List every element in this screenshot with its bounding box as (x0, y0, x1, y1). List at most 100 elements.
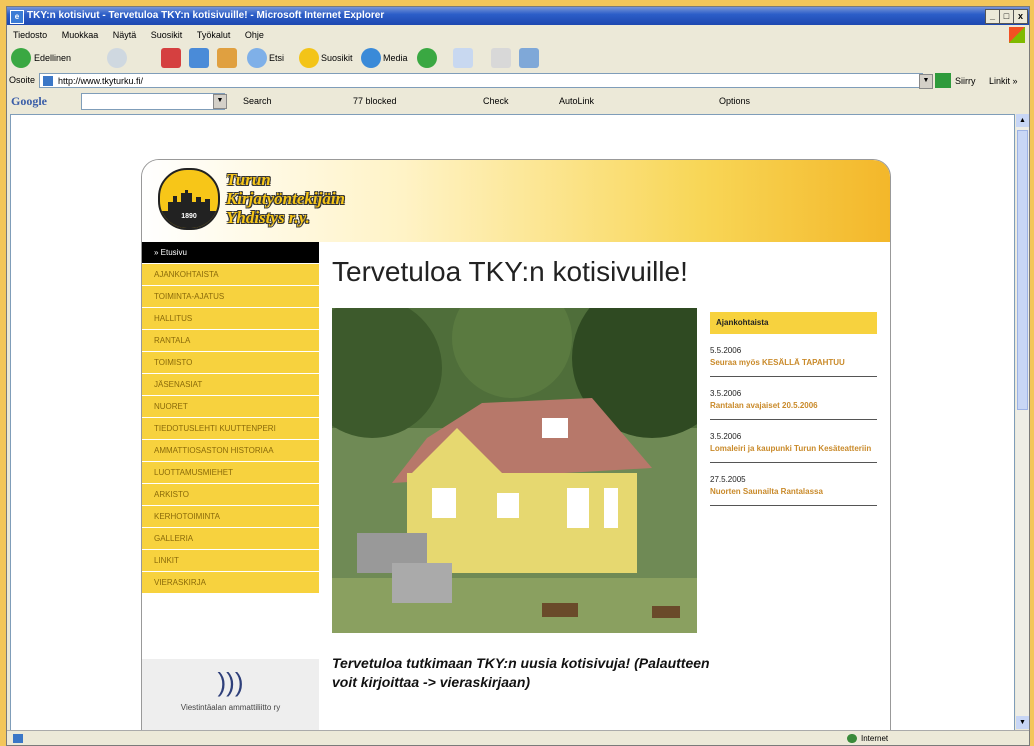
search-icon[interactable] (247, 48, 267, 68)
sound-waves-icon: ))) (217, 667, 244, 697)
menu-bar: Tiedosto Muokkaa Näytä Suosikit Työkalut… (7, 26, 1029, 44)
menu-file[interactable]: Tiedosto (13, 30, 47, 40)
vertical-scrollbar[interactable]: ▲ ▼ (1016, 114, 1029, 729)
nav-item-galleria[interactable]: GALLERIA (142, 528, 319, 550)
go-arrow-icon[interactable] (935, 73, 951, 88)
go-button[interactable]: Siirry (955, 76, 976, 86)
site-container: 1890 Turun Kirjatyöntekijäin Yhdistys r.… (141, 159, 891, 730)
options-button[interactable]: Options (719, 96, 750, 106)
partner-label: Viestintäalan ammattiliitto ry (180, 703, 281, 712)
edit-icon[interactable] (519, 48, 539, 68)
windows-logo-icon (1009, 27, 1025, 43)
address-label: Osoite (9, 75, 36, 85)
links-button[interactable]: Linkit » (989, 76, 1018, 86)
spell-check-button[interactable]: Check (483, 96, 509, 106)
news-item: 27.5.2005 Nuorten Saunailta Rantalassa (710, 463, 877, 506)
nav-item-rantala[interactable]: RANTALA (142, 330, 319, 352)
back-button[interactable]: Edellinen (34, 53, 71, 63)
house-image (332, 308, 697, 633)
page-viewport: 1890 Turun Kirjatyöntekijäin Yhdistys r.… (10, 114, 1015, 731)
nav-item-luottamusmiehet[interactable]: LUOTTAMUSMIEHET (142, 462, 319, 484)
news-date: 3.5.2006 (710, 432, 742, 441)
close-button[interactable]: x (1013, 9, 1028, 24)
nav-item-hallitus[interactable]: HALLITUS (142, 308, 319, 330)
google-search-input[interactable] (81, 93, 225, 110)
google-logo[interactable]: Google (11, 94, 47, 109)
title-bar[interactable]: e TKY:n kotisivut - Tervetuloa TKY:n kot… (7, 7, 1029, 25)
menu-tools[interactable]: Työkalut (197, 30, 231, 40)
address-bar: Osoite http://www.tkyturku.fi/ ▼ Siirry … (7, 71, 1029, 91)
media-icon[interactable] (361, 48, 381, 68)
menu-help[interactable]: Ohje (245, 30, 264, 40)
news-link[interactable]: Seuraa myös KESÄLLÄ TAPAHTUU (710, 357, 877, 368)
search-button[interactable]: Etsi (269, 53, 284, 63)
news-link[interactable]: Nuorten Saunailta Rantalassa (710, 486, 877, 497)
google-toolbar: Google ▼ Search 77 blocked Check AutoLin… (7, 91, 1029, 112)
partner-logo[interactable]: ))) Viestintäalan ammattiliitto ry (142, 659, 319, 730)
refresh-icon[interactable] (189, 48, 209, 68)
google-search-button[interactable]: Search (243, 96, 272, 106)
history-icon[interactable] (417, 48, 437, 68)
page-status-icon (13, 734, 23, 743)
logo-year: 1890 (181, 213, 197, 220)
page-title: Tervetuloa TKY:n kotisivuille! (332, 256, 688, 287)
nav-item-nuoret[interactable]: NUORET (142, 396, 319, 418)
favorites-button[interactable]: Suosikit (321, 53, 353, 63)
scroll-down-arrow-icon[interactable]: ▼ (1016, 716, 1029, 729)
scroll-thumb[interactable] (1017, 130, 1028, 410)
scroll-up-arrow-icon[interactable]: ▲ (1016, 114, 1029, 127)
window-title: TKY:n kotisivut - Tervetuloa TKY:n kotis… (27, 10, 385, 21)
popup-blocker-button[interactable]: 77 blocked (353, 96, 397, 106)
nav-item-ajankohtaista[interactable]: AJANKOHTAISTA (142, 264, 319, 286)
nav-item-arkisto[interactable]: ARKISTO (142, 484, 319, 506)
google-search-dropdown[interactable]: ▼ (213, 94, 227, 109)
news-item: 3.5.2006 Rantalan avajaiset 20.5.2006 (710, 377, 877, 420)
ie-icon: e (10, 10, 24, 24)
address-input[interactable]: http://www.tkyturku.fi/ (39, 73, 923, 88)
site-brand: Turun Kirjatyöntekijäin Yhdistys r.y. (226, 170, 346, 227)
back-arrow-icon[interactable] (11, 48, 31, 68)
house-photo (332, 308, 697, 633)
favorites-star-icon[interactable] (299, 48, 319, 68)
welcome-text: Tervetuloa tutkimaan TKY:n uusia kotisiv… (332, 655, 710, 690)
stop-icon[interactable] (161, 48, 181, 68)
news-date: 5.5.2006 (710, 346, 742, 355)
tky-logo[interactable]: 1890 (158, 168, 220, 230)
menu-view[interactable]: Näytä (113, 30, 137, 40)
nav-item-etusivu[interactable]: » Etusivu (142, 242, 319, 264)
minimize-button[interactable]: _ (985, 9, 1000, 24)
menu-favorites[interactable]: Suosikit (151, 30, 183, 40)
nav-item-kerhotoiminta[interactable]: KERHOTOIMINTA (142, 506, 319, 528)
city-skyline-icon (168, 190, 210, 212)
nav-item-tiedotuslehti[interactable]: TIEDOTUSLEHTI KUUTTENPERI (142, 418, 319, 440)
nav-item-linkit[interactable]: LINKIT (142, 550, 319, 572)
nav-item-toimisto[interactable]: TOIMISTO (142, 352, 319, 374)
mail-icon[interactable] (453, 48, 473, 68)
page-icon (43, 76, 53, 86)
autolink-button[interactable]: AutoLink (559, 96, 594, 106)
nav-item-jasenasiat[interactable]: JÄSENASIAT (142, 374, 319, 396)
maximize-button[interactable]: □ (999, 9, 1014, 24)
browser-window: e TKY:n kotisivut - Tervetuloa TKY:n kot… (6, 6, 1030, 746)
site-banner: 1890 Turun Kirjatyöntekijäin Yhdistys r.… (142, 160, 890, 242)
news-date: 27.5.2005 (710, 475, 746, 484)
news-item: 3.5.2006 Lomaleiri ja kaupunki Turun Kes… (710, 420, 877, 463)
forward-arrow-icon[interactable] (107, 48, 127, 68)
nav-item-vieraskirja[interactable]: VIERASKIRJA (142, 572, 319, 594)
news-heading: Ajankohtaista (710, 312, 877, 334)
nav-item-historiaa[interactable]: AMMATTIOSASTON HISTORIAA (142, 440, 319, 462)
address-dropdown[interactable]: ▼ (919, 74, 933, 89)
standard-toolbar: Edellinen Etsi Suosikit Media (7, 45, 1029, 71)
print-icon[interactable] (491, 48, 511, 68)
news-link[interactable]: Rantalan avajaiset 20.5.2006 (710, 400, 877, 411)
internet-zone-icon (847, 734, 857, 743)
site-nav: » Etusivu AJANKOHTAISTA TOIMINTA-AJATUS … (142, 242, 319, 594)
media-button[interactable]: Media (383, 53, 408, 63)
menu-edit[interactable]: Muokkaa (62, 30, 99, 40)
nav-item-toiminta-ajatus[interactable]: TOIMINTA-AJATUS (142, 286, 319, 308)
news-link[interactable]: Lomaleiri ja kaupunki Turun Kesäteatteri… (710, 443, 877, 454)
news-sidebar: Ajankohtaista 5.5.2006 Seuraa myös KESÄL… (710, 312, 877, 506)
home-icon[interactable] (217, 48, 237, 68)
news-date: 3.5.2006 (710, 389, 742, 398)
news-item: 5.5.2006 Seuraa myös KESÄLLÄ TAPAHTUU (710, 334, 877, 377)
